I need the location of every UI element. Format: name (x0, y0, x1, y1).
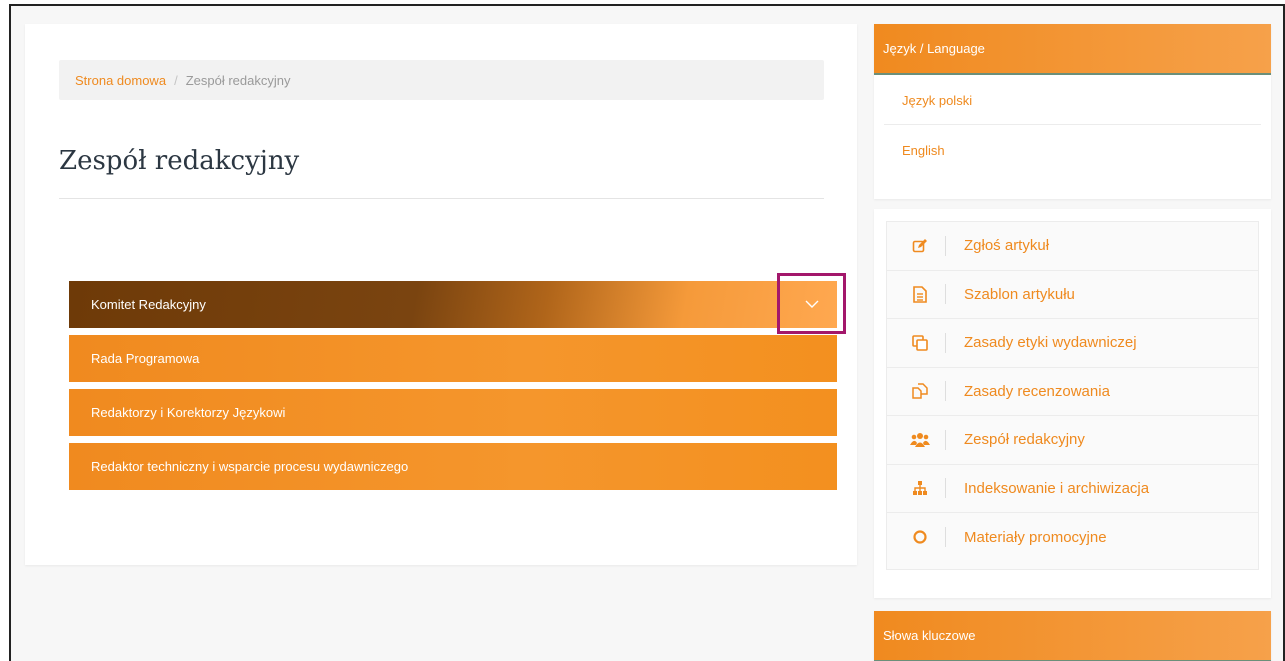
copy-icon (909, 332, 931, 354)
language-widget-title: Język / Language (874, 24, 1271, 75)
link-label: Materiały promocyjne (964, 528, 1107, 546)
breadcrumb-current: Zespół redakcyjny (185, 73, 291, 88)
keywords-widget-title: Słowa kluczowe (874, 611, 1271, 661)
accordion-item-label: Rada Programowa (91, 351, 200, 366)
link-label: Zgłoś artykuł (964, 237, 1050, 255)
users-icon (909, 429, 931, 451)
link-zasady-etyki[interactable]: Zasady etyki wydawniczej (887, 319, 1258, 368)
accordion-item-redaktor-techniczny[interactable]: Redaktor techniczny i wsparcie procesu w… (69, 443, 837, 490)
link-label: Zasady etyki wydawniczej (964, 334, 1137, 352)
file-text-icon (909, 283, 931, 305)
divider (945, 235, 946, 256)
breadcrumb: Strona domowa / Zespół redakcyjny (59, 60, 824, 100)
breadcrumb-separator: / (174, 73, 178, 88)
divider (945, 429, 946, 450)
circle-icon (909, 526, 931, 548)
browser-frame: Strona domowa / Zespół redakcyjny Zespół r… (9, 4, 1285, 661)
link-zespol-redakcyjny[interactable]: Zespół redakcyjny (887, 416, 1258, 465)
link-zglos-artykul[interactable]: Zgłoś artykuł (887, 222, 1258, 271)
link-label: Zespół redakcyjny (964, 431, 1085, 449)
sitemap-icon (909, 477, 931, 499)
divider (945, 284, 946, 305)
keywords-widget: Słowa kluczowe (874, 611, 1271, 661)
documents-icon (909, 380, 931, 402)
accordion-item-redaktorzy-korektorzy[interactable]: Redaktorzy i Korektorzy Językowi (69, 389, 837, 436)
language-widget: Język / Language Język polski English (874, 24, 1271, 199)
page-title: Zespół redakcyjny (59, 146, 300, 176)
accordion: Komitet Redakcyjny Rada Programowa Redak… (69, 273, 846, 497)
link-label: Szablon artykułu (964, 285, 1075, 303)
divider (945, 381, 946, 402)
title-divider (59, 198, 824, 199)
breadcrumb-home-link[interactable]: Strona domowa (75, 73, 166, 88)
edit-icon (909, 235, 931, 257)
link-zasady-recenzowania[interactable]: Zasady recenzowania (887, 368, 1258, 416)
main-content-card: Strona domowa / Zespół redakcyjny Zespół r… (25, 24, 857, 565)
accordion-toggle-button[interactable] (777, 273, 846, 334)
accordion-item-label: Komitet Redakcyjny (91, 297, 206, 312)
divider (945, 478, 946, 499)
accordion-item-komitet-redakcyjny[interactable]: Komitet Redakcyjny (69, 273, 846, 334)
accordion-item-label: Redaktor techniczny i wsparcie procesu w… (91, 459, 409, 474)
language-link-polish[interactable]: Język polski (884, 75, 1261, 125)
link-label: Indeksowanie i archiwizacja (964, 479, 1150, 497)
language-link-english[interactable]: English (884, 125, 1261, 175)
chevron-down-icon (805, 300, 818, 308)
link-szablon-artykulu[interactable]: Szablon artykułu (887, 271, 1258, 319)
divider (945, 332, 946, 353)
quick-links-widget: Zgłoś artykuł Szablon artykułu Zasady et… (874, 209, 1271, 598)
link-indeksowanie[interactable]: Indeksowanie i archiwizacja (887, 465, 1258, 513)
accordion-item-label: Redaktorzy i Korektorzy Językowi (91, 405, 286, 420)
divider (945, 527, 946, 548)
link-label: Zasady recenzowania (964, 382, 1110, 400)
link-materialy-promocyjne[interactable]: Materiały promocyjne (887, 513, 1258, 562)
accordion-item-rada-programowa[interactable]: Rada Programowa (69, 335, 837, 382)
